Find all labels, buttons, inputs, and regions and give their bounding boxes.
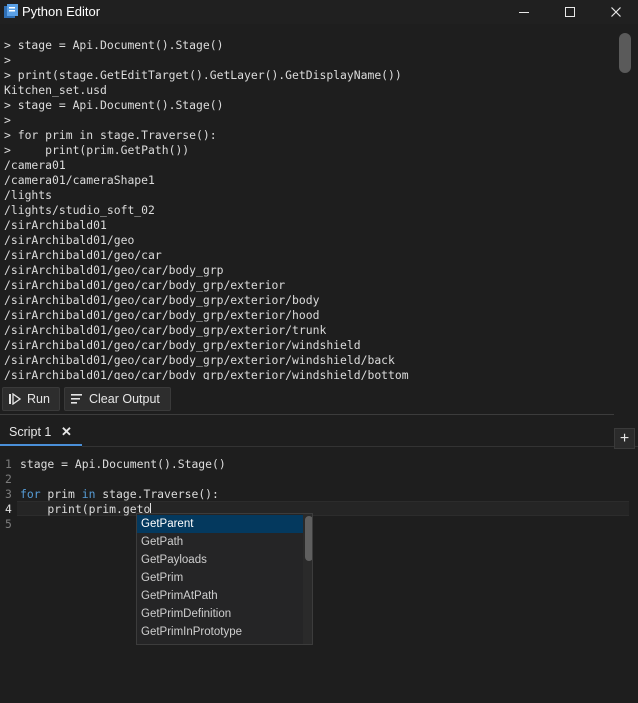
window-title: Python Editor xyxy=(22,4,101,19)
output-line: /camera01/cameraShape1 xyxy=(4,173,155,187)
code-text: print(prim.geto xyxy=(20,502,151,516)
python-editor-app-icon xyxy=(3,4,19,20)
run-button-label: Run xyxy=(27,392,50,406)
tab-bar-underline xyxy=(82,446,638,447)
keyword-in: in xyxy=(81,487,96,501)
title-bar: Python Editor xyxy=(0,0,638,24)
autocomplete-item[interactable]: GetPath xyxy=(137,533,303,551)
output-line: > xyxy=(4,113,11,127)
maximize-icon xyxy=(565,7,575,17)
output-line: /sirArchibald01/geo/car/body_grp/exterio… xyxy=(4,308,320,322)
output-line: /sirArchibald01/geo/car/body_grp/exterio… xyxy=(4,353,395,367)
output-scrollbar-thumb[interactable] xyxy=(619,33,631,73)
output-console[interactable]: > stage = Api.Document().Stage() > > print… xyxy=(0,32,614,380)
clear-output-icon xyxy=(71,393,83,405)
autocomplete-item[interactable]: GetPrimDefinition xyxy=(137,605,303,623)
run-icon xyxy=(9,393,21,405)
code-line-1[interactable]: stage = Api.Document().Stage() xyxy=(20,457,226,472)
minimize-icon xyxy=(519,12,529,13)
line-number-current: 4 xyxy=(5,502,12,516)
clear-output-button[interactable]: Clear Output xyxy=(64,387,171,411)
tab-label: Script 1 xyxy=(9,425,52,439)
keyword-for: for xyxy=(20,487,41,501)
toolbar-divider xyxy=(0,414,614,415)
maximize-button[interactable] xyxy=(547,0,593,24)
output-line: /lights xyxy=(4,188,53,202)
tab-bar xyxy=(0,419,638,447)
autocomplete-item[interactable]: GetPrimAtPath xyxy=(137,587,303,605)
close-button[interactable] xyxy=(593,0,638,24)
output-line: /sirArchibald01/geo/car/body_grp/exterio… xyxy=(4,338,361,352)
output-line: /lights/studio_soft_02 xyxy=(4,203,155,217)
output-line: > stage = Api.Document().Stage() xyxy=(4,98,224,112)
clear-output-label: Clear Output xyxy=(89,392,160,406)
output-line: /sirArchibald01/geo/car/body_grp/exterio… xyxy=(4,368,409,380)
output-line: /sirArchibald01/geo/car/body_grp/exterio… xyxy=(4,323,327,337)
code-line-4[interactable]: print(prim.geto xyxy=(20,502,152,517)
line-number: 1 xyxy=(5,457,12,471)
output-line: > xyxy=(4,53,11,67)
add-tab-button[interactable]: + xyxy=(614,428,635,449)
output-line: Kitchen_set.usd xyxy=(4,83,107,97)
code-line-3[interactable]: for prim in stage.Traverse(): xyxy=(20,487,219,502)
code-text: prim xyxy=(40,487,82,501)
output-scrollbar[interactable] xyxy=(616,32,634,380)
output-line: /sirArchibald01/geo xyxy=(4,233,135,247)
autocomplete-item[interactable]: GetPayloads xyxy=(137,551,303,569)
tab-script-1[interactable]: Script 1 ✕ xyxy=(0,419,82,446)
line-number: 2 xyxy=(5,472,12,486)
autocomplete-popup[interactable]: GetParent GetPath GetPayloads GetPrim GetPri… xyxy=(136,513,313,645)
output-line: > stage = Api.Document().Stage() xyxy=(4,38,224,52)
line-number: 3 xyxy=(5,487,12,501)
tab-close-icon[interactable]: ✕ xyxy=(61,424,72,440)
line-number: 5 xyxy=(5,517,12,531)
close-icon xyxy=(611,7,621,17)
autocomplete-item[interactable]: GetPrim xyxy=(137,569,303,587)
output-line: /camera01 xyxy=(4,158,66,172)
output-line: /sirArchibald01/geo/car xyxy=(4,248,162,262)
output-line: /sirArchibald01/geo/car/body_grp/exterio… xyxy=(4,293,320,307)
minimize-button[interactable] xyxy=(501,0,547,24)
output-line: > for prim in stage.Traverse(): xyxy=(4,128,217,142)
autocomplete-item[interactable]: GetParent xyxy=(137,515,303,533)
output-line: /sirArchibald01/geo/car/body_grp/exterio… xyxy=(4,278,286,292)
output-line: > print(prim.GetPath()) xyxy=(4,143,190,157)
code-text: stage.Traverse(): xyxy=(95,487,219,501)
autocomplete-item[interactable]: GetPrimInPrototype xyxy=(137,623,303,641)
output-line: > print(stage.GetEditTarget().GetLayer()… xyxy=(4,68,402,82)
output-line: /sirArchibald01/geo/car/body_grp xyxy=(4,263,224,277)
autocomplete-scrollbar-thumb[interactable] xyxy=(305,516,312,561)
run-button[interactable]: Run xyxy=(2,387,60,411)
output-line: /sirArchibald01 xyxy=(4,218,107,232)
